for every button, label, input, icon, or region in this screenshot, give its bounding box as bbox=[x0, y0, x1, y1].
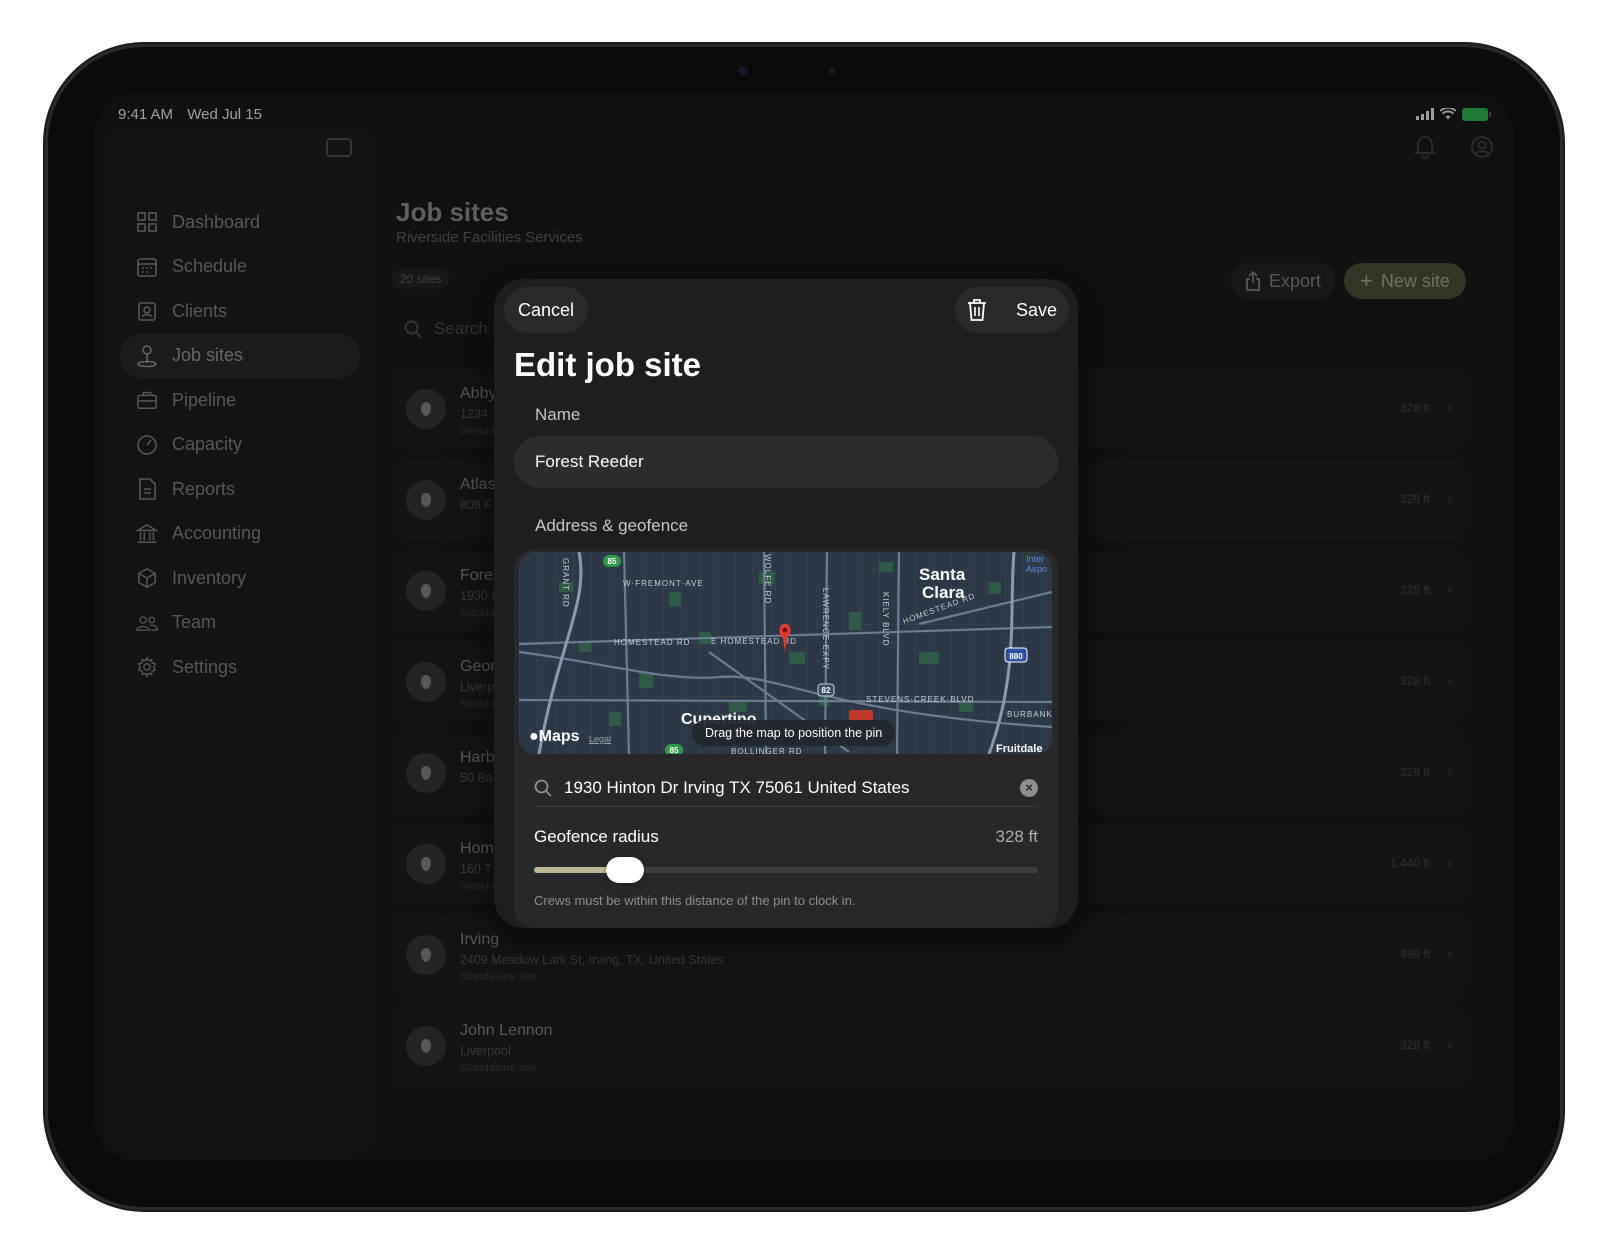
maps-brand: Maps bbox=[538, 728, 580, 745]
geofence-card: W·FREMONT·AVE HOMESTEAD RD E HOMESTEAD R… bbox=[514, 549, 1058, 928]
map-legal-link[interactable]: Legal bbox=[589, 734, 611, 744]
svg-text:BOLLINGER RD: BOLLINGER RD bbox=[731, 747, 803, 754]
svg-text:Fruitdale: Fruitdale bbox=[996, 743, 1042, 754]
front-camera bbox=[738, 66, 748, 76]
geofence-radius-slider[interactable] bbox=[534, 857, 1038, 883]
address-section-label: Address & geofence bbox=[535, 516, 689, 535]
address-value: 1930 Hinton Dr Irving TX 75061 United St… bbox=[564, 777, 910, 797]
trash-icon[interactable] bbox=[967, 298, 987, 322]
svg-text:HOMESTEAD RD: HOMESTEAD RD bbox=[614, 638, 690, 647]
name-field[interactable]: Forest Reeder bbox=[514, 436, 1058, 488]
apple-logo-icon: ● bbox=[529, 728, 539, 745]
camera-sensor bbox=[829, 68, 835, 74]
svg-text:KIELY BLVD: KIELY BLVD bbox=[881, 592, 890, 646]
clear-address-icon[interactable]: × bbox=[1020, 778, 1038, 797]
save-button[interactable]: Save bbox=[1016, 300, 1057, 321]
geofence-radius-value: 328 ft bbox=[995, 827, 1038, 846]
search-icon bbox=[534, 779, 552, 797]
map-view[interactable]: W·FREMONT·AVE HOMESTEAD RD E HOMESTEAD R… bbox=[519, 552, 1052, 754]
geofence-radius-row: Geofence radius 328 ft bbox=[534, 827, 1038, 847]
svg-text:Santa: Santa bbox=[919, 565, 966, 584]
ipad-frame: 9:41 AM Wed Jul 15 Dashboard Schedule Clie… bbox=[48, 47, 1560, 1207]
svg-text:Clara: Clara bbox=[922, 583, 965, 602]
svg-text:85: 85 bbox=[608, 557, 617, 566]
maps-logo: ●Maps bbox=[529, 728, 580, 746]
map-hint: Drag the map to position the pin bbox=[692, 720, 896, 746]
name-label: Name bbox=[535, 405, 581, 424]
sheet-actions: Save bbox=[955, 287, 1069, 333]
address-search-field[interactable]: 1930 Hinton Dr Irving TX 75061 United St… bbox=[534, 769, 1038, 807]
svg-text:Inter: Inter bbox=[1026, 554, 1044, 564]
job-sites-app: 9:41 AM Wed Jul 15 Dashboard Schedule Clie… bbox=[94, 93, 1514, 1161]
edit-job-site-sheet: Cancel Save Edit job site Name Forest Re… bbox=[494, 279, 1078, 928]
svg-text:85: 85 bbox=[670, 746, 679, 754]
svg-text:880: 880 bbox=[1009, 652, 1023, 661]
svg-text:Airpo: Airpo bbox=[1026, 564, 1047, 574]
svg-text:WOLFE RD: WOLFE RD bbox=[763, 554, 772, 604]
geofence-radius-label: Geofence radius bbox=[534, 827, 659, 846]
geofence-hint: Crews must be within this distance of th… bbox=[534, 893, 856, 908]
cancel-button[interactable]: Cancel bbox=[504, 287, 588, 333]
svg-text:GRANT RD: GRANT RD bbox=[561, 558, 570, 608]
sheet-title: Edit job site bbox=[514, 346, 702, 383]
svg-text:LAWRENCE·EXPY: LAWRENCE·EXPY bbox=[821, 588, 830, 670]
svg-text:STEVENS·CREEK·BLVD: STEVENS·CREEK·BLVD bbox=[866, 695, 975, 704]
svg-text:W·FREMONT·AVE: W·FREMONT·AVE bbox=[623, 579, 704, 588]
screen: 9:41 AM Wed Jul 15 Dashboard Schedule Clie… bbox=[94, 93, 1514, 1161]
svg-text:82: 82 bbox=[822, 686, 831, 695]
svg-text:BURBANK: BURBANK bbox=[1007, 710, 1052, 719]
slider-thumb[interactable] bbox=[605, 857, 644, 883]
